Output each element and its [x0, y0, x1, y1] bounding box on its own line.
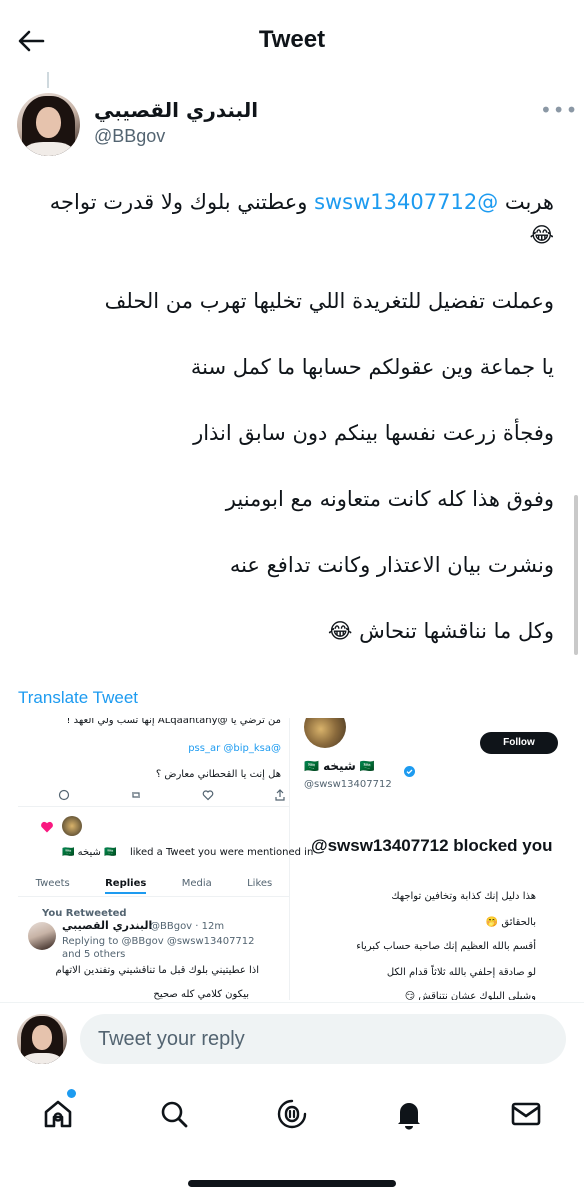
tab-tweets: Tweets [35, 878, 70, 889]
profile-avatar [304, 718, 346, 748]
notification-text: liked a Tweet you were mentioned in [130, 847, 314, 858]
tweet-line: وفوق هذا كله كانت متعاونه مع ابومنير [225, 487, 554, 511]
profile-name: 🇸🇦 شيخه 🇸🇦 [304, 759, 375, 773]
reply-handle-time: @BBgov · 12m [150, 921, 225, 932]
top-bar: Tweet [0, 0, 584, 82]
notifications-icon[interactable] [389, 1094, 429, 1134]
new-content-dot [67, 1089, 76, 1098]
author-name[interactable]: البندري القصيبي [94, 98, 258, 122]
tab-likes: Likes [247, 878, 273, 889]
thread-connector [47, 72, 49, 88]
page-title: Tweet [258, 26, 326, 53]
tweet-line: هربت @swsw13407712 وعطتني بلوك ولا قدرت … [24, 186, 554, 252]
author-avatar[interactable] [17, 93, 80, 156]
bottom-nav [0, 1086, 584, 1142]
replying-to: Replying to @BBgov @swsw13407712 and 5 o… [62, 936, 255, 960]
search-icon[interactable] [154, 1094, 194, 1134]
messages-icon[interactable] [506, 1094, 546, 1134]
author-handle[interactable]: @BBgov [94, 126, 165, 147]
media-text: لو صادقة إحلفي بالله ثلاثاً قدام الكل [386, 967, 536, 978]
like-icon [202, 786, 216, 801]
translate-tweet-link[interactable]: Translate Tweet [18, 688, 138, 708]
laughing-emoji: 😂 [327, 619, 353, 643]
media-right-panel: Follow 🇸🇦 شيخه 🇸🇦 @swsw13407712 @swsw134… [294, 718, 566, 1000]
tweet-line: ونشرت بيان الاعتذار وكانت تدافع عنه [229, 553, 554, 577]
scrollbar[interactable] [574, 495, 578, 655]
tweet-line: وكل ما نناقشها تنحاش 😂 [24, 615, 554, 648]
media-text: أقسم بالله العظيم إنك صاحبة حساب كبرياء [356, 941, 536, 952]
profile-tabs: Tweets Replies Media Likes [18, 878, 290, 894]
tweet-text-fragment: وكل ما نناقشها تنحاش [359, 619, 554, 643]
media-text: هل إنت يا القحطاني معارض ؟ [155, 769, 281, 780]
tweet-media-image[interactable]: من ترضي يا @ALqaahtany إنها تسب ولي العه… [18, 718, 566, 1000]
tweet-text-fragment: هربت [498, 190, 554, 214]
tweet-line: وفجأة زرعت نفسها بينكم دون سابق انذار [193, 421, 554, 445]
reply-icon [58, 786, 72, 801]
media-text: بالحقائق 🤭 [485, 917, 536, 928]
tweet-text-fragment: وعطتني بلوك ولا قدرت تواجه [49, 190, 315, 214]
share-icon [274, 786, 288, 801]
spaces-icon[interactable] [272, 1094, 312, 1134]
reply-author-name: البندري القصيبي [62, 919, 153, 932]
verified-badge-icon [404, 762, 415, 781]
liker-avatar [62, 816, 82, 836]
divider [0, 1002, 584, 1003]
reply-avatar [28, 922, 56, 950]
more-options-icon[interactable]: ••• [540, 100, 577, 120]
profile-handle: @swsw13407712 [304, 779, 392, 790]
laughing-emoji: 😂 [529, 223, 554, 247]
retweet-icon [130, 786, 144, 798]
user-avatar[interactable] [17, 1014, 67, 1064]
reply-text: بيكون كلامي كله صحيح [153, 989, 249, 1000]
heart-icon [40, 818, 54, 837]
follow-button: Follow [480, 732, 558, 754]
tweet-line: وعملت تفضيل للتغريدة اللي تخليها تهرب من… [104, 289, 554, 313]
home-indicator[interactable] [188, 1180, 396, 1187]
media-mentions: @pss_ar @bip_ksa [188, 743, 281, 754]
tweet-text: هربت @swsw13407712 وعطتني بلوك ولا قدرت … [24, 186, 554, 681]
reply-input[interactable]: Tweet your reply [80, 1014, 566, 1064]
media-tweet-actions [58, 786, 288, 801]
reply-text: اذا عطيتيني بلوك قبل ما تناقشيني وتفندين… [55, 965, 259, 976]
tweet-line: يا جماعة وين عقولكم حسابها ما كمل سنة [190, 355, 554, 379]
media-text: هذا دليل إنك كذابة وتخافين تواجهك [391, 891, 536, 902]
media-left-panel: من ترضي يا @ALqaahtany إنها تسب ولي العه… [18, 718, 313, 1000]
media-text: من ترضي يا @ALqaahtany إنها تسب ولي العه… [66, 718, 281, 726]
home-icon[interactable] [38, 1094, 78, 1134]
liker-name: 🇸🇦 شيخه 🇸🇦 [62, 847, 117, 858]
media-text: وشيلي البلوك عشان نتناقش 😏 [404, 991, 536, 1000]
mention-link[interactable]: @swsw13407712 [314, 190, 498, 214]
blocked-message: @swsw13407712 blocked you [311, 836, 553, 855]
tab-media: Media [181, 878, 212, 889]
tab-replies: Replies [105, 878, 147, 894]
